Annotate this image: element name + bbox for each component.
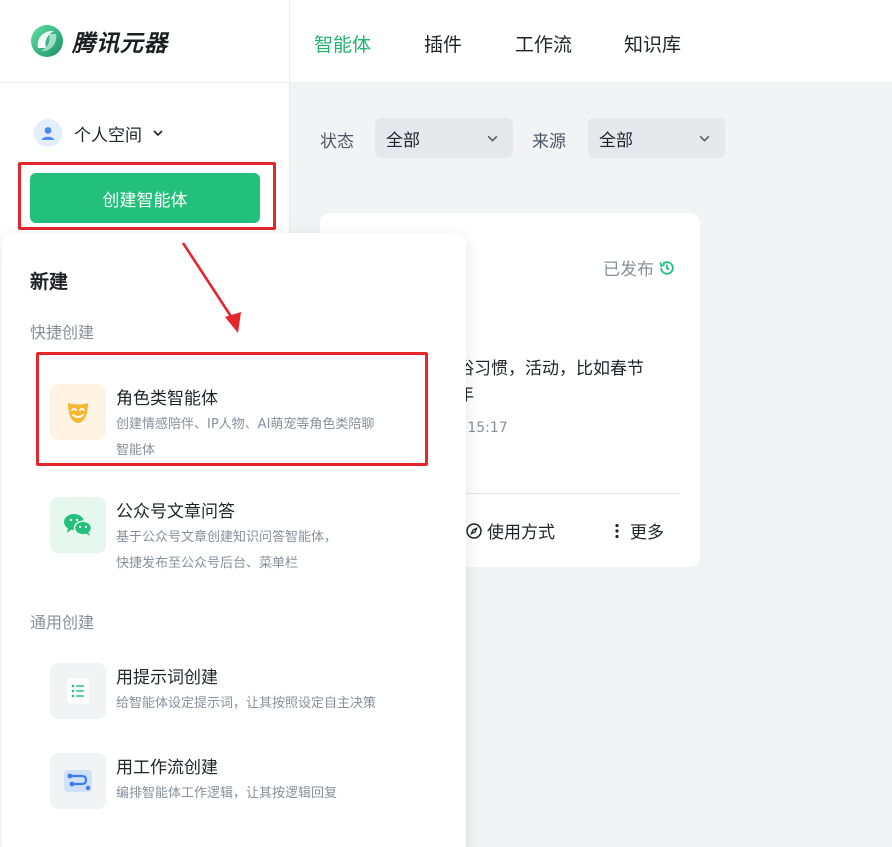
usage-button[interactable]: 使用方式 (465, 518, 555, 543)
source-filter-select[interactable]: 全部 (588, 118, 725, 158)
tab-knowledge[interactable]: 知识库 (624, 30, 681, 57)
top-nav: 智能体 插件 工作流 知识库 (290, 0, 892, 83)
workflow-icon-wrap (50, 753, 106, 809)
status-filter-value: 全部 (386, 130, 420, 151)
chevron-down-icon (487, 135, 498, 142)
menu-item-workflow-create[interactable]: 用工作流创建 编排智能体工作逻辑，让其按逻辑回复 (50, 753, 430, 809)
wechat-qa-title: 公众号文章问答 (116, 502, 235, 522)
workflow-icon (64, 770, 92, 792)
role-icon-wrap (50, 384, 106, 440)
app-root: 智能体 插件 工作流 知识库 状态 全部 来源 全部 已发布 风俗习惯，活动，比… (0, 0, 892, 847)
app-name: 腾讯元器 (72, 31, 168, 57)
role-agent-description: 创建情感陪伴、IP人物、AI萌宠等角色类陪聊 智能体 (116, 412, 422, 464)
usage-label: 使用方式 (487, 523, 555, 543)
role-agent-desc-line-1: 创建情感陪伴、IP人物、AI萌宠等角色类陪聊 (116, 417, 375, 432)
prompt-icon-wrap (50, 663, 106, 719)
workspace-label: 个人空间 (74, 125, 142, 146)
tab-plugins[interactable]: 插件 (424, 30, 462, 57)
description-line-2: 拜年 (440, 382, 680, 408)
chevron-down-icon (153, 130, 163, 137)
published-status: 已发布 (603, 255, 676, 280)
app-logo-icon (31, 25, 63, 57)
more-vertical-icon (615, 523, 619, 538)
create-dropdown-menu: 新建 快捷创建 角色类智能体 创建情感陪伴、IP人物、AI萌宠等角色类陪聊 智能… (2, 233, 466, 847)
mask-icon (68, 403, 88, 423)
more-button[interactable]: 更多 (610, 518, 664, 543)
card-divider (440, 493, 680, 494)
general-create-section-label: 通用创建 (30, 613, 95, 632)
menu-item-role-agent[interactable]: 角色类智能体 创建情感陪伴、IP人物、AI萌宠等角色类陪聊 智能体 (50, 384, 430, 458)
status-filter-label: 状态 (320, 132, 354, 152)
wechat-icon-wrap (50, 497, 106, 553)
prompt-create-title: 用提示词创建 (116, 668, 218, 688)
logo[interactable]: 腾讯元器 (0, 0, 290, 83)
user-icon (41, 127, 55, 140)
role-agent-desc-line-2: 智能体 (116, 443, 156, 458)
role-agent-title: 角色类智能体 (116, 389, 218, 409)
wechat-qa-description: 基于公众号文章创建知识问答智能体， 快捷发布至公众号后台、菜单栏 (116, 525, 422, 577)
prompt-create-description: 给智能体设定提示词，让其按照设定自主决策 (116, 696, 377, 711)
menu-item-prompt-create[interactable]: 用提示词创建 给智能体设定提示词，让其按照设定自主决策 (50, 663, 430, 719)
workflow-create-title: 用工作流创建 (116, 758, 218, 778)
tab-agents[interactable]: 智能体 (314, 30, 371, 57)
list-document-icon (67, 678, 89, 704)
tab-workflows[interactable]: 工作流 (515, 30, 572, 57)
status-text: 已发布 (603, 260, 654, 280)
quick-create-section-label: 快捷创建 (30, 323, 95, 342)
compass-icon (466, 522, 482, 539)
workflow-create-description: 编排智能体工作逻辑，让其按逻辑回复 (116, 786, 338, 801)
agent-description: 风俗习惯，活动，比如春节 拜年 (440, 356, 680, 408)
description-line-1: 风俗习惯，活动，比如春节 (440, 359, 644, 379)
wechat-qa-desc-line-2: 快捷发布至公众号后台、菜单栏 (116, 556, 299, 571)
create-agent-button[interactable]: 创建智能体 (30, 173, 260, 223)
source-filter-label: 来源 (532, 132, 566, 152)
dropdown-title: 新建 (30, 271, 69, 293)
avatar (34, 119, 62, 147)
history-icon (659, 260, 674, 275)
chevron-down-icon (699, 135, 710, 142)
wechat-icon (64, 514, 93, 536)
workspace-switcher[interactable]: 个人空间 (34, 118, 164, 148)
status-filter-select[interactable]: 全部 (375, 118, 513, 158)
more-label: 更多 (630, 523, 664, 543)
menu-item-wechat-article-qa[interactable]: 公众号文章问答 基于公众号文章创建知识问答智能体， 快捷发布至公众号后台、菜单栏 (50, 497, 430, 571)
wechat-qa-desc-line-1: 基于公众号文章创建知识问答智能体， (116, 530, 338, 545)
source-filter-value: 全部 (599, 130, 633, 151)
